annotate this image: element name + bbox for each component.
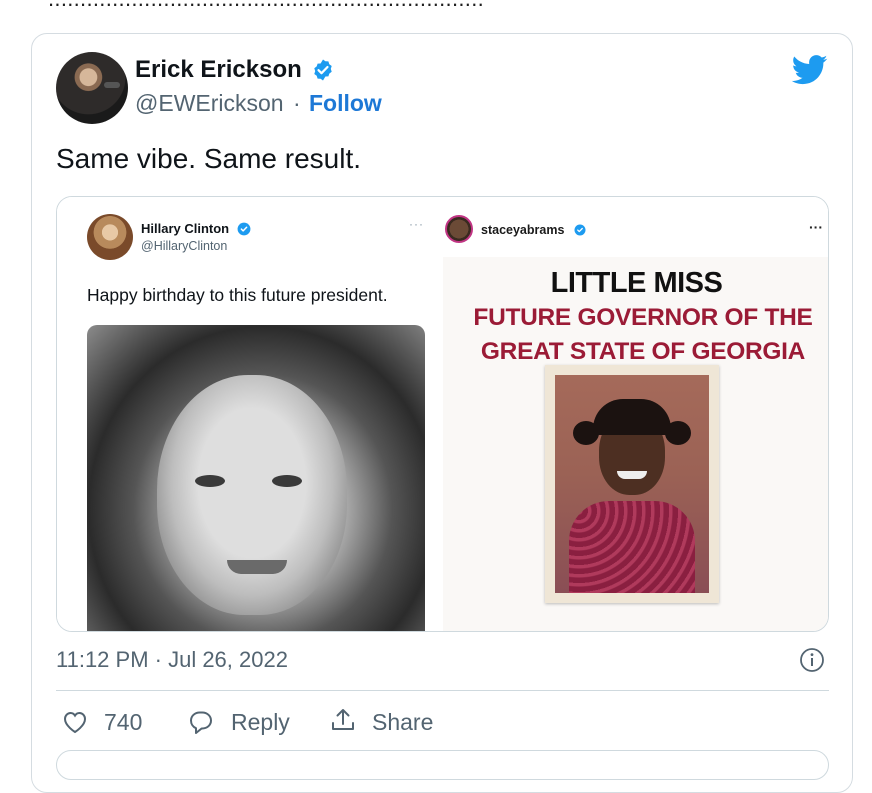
reply-bubble-icon[interactable] <box>187 708 215 736</box>
heart-icon[interactable] <box>62 710 88 734</box>
divider <box>56 690 829 691</box>
author-name[interactable]: Erick Erickson <box>135 56 302 84</box>
embedded-tweet-screenshot: Hillary Clinton @HillaryClinton ··· Happ… <box>57 197 443 631</box>
embedded-verified-badge-icon <box>237 222 251 236</box>
poster-subline-2: GREAT STATE OF GEORGIA <box>480 338 806 365</box>
twitter-bird-icon[interactable] <box>792 55 828 85</box>
cropped-top-text: ........................................… <box>0 0 872 14</box>
tweet-text: Same vibe. Same result. <box>56 143 362 174</box>
verified-badge-icon <box>314 59 332 81</box>
instagram-header: staceyabrams ··· <box>443 197 828 257</box>
embedded-author-handle: @HillaryClinton <box>141 239 228 253</box>
instagram-more-icon: ··· <box>809 219 823 235</box>
follow-button[interactable]: Follow <box>309 90 382 117</box>
info-icon[interactable] <box>799 647 825 673</box>
reply-button[interactable]: Reply <box>231 709 290 736</box>
instagram-username: staceyabrams <box>481 223 565 237</box>
embedded-tweet-text: Happy birthday to this future president. <box>87 285 388 305</box>
childhood-photo-color <box>545 365 719 603</box>
like-count[interactable]: 740 <box>104 709 142 736</box>
embedded-instagram-screenshot: staceyabrams ··· LITTLE MISS FUTURE GOVE… <box>443 197 828 631</box>
tweet-timestamp[interactable]: 11:12 PM · Jul 26, 2022 <box>56 647 288 673</box>
childhood-photo-bw <box>87 325 425 631</box>
handle-separator: · <box>293 90 301 116</box>
share-icon[interactable] <box>329 706 357 734</box>
author-avatar[interactable] <box>56 52 128 124</box>
embedded-author-name: Hillary Clinton <box>141 221 230 236</box>
share-button[interactable]: Share <box>372 709 433 736</box>
embedded-more-icon: ··· <box>409 217 424 231</box>
read-replies-button[interactable] <box>56 750 829 780</box>
embedded-avatar <box>87 214 133 260</box>
instagram-verified-badge-icon <box>574 224 586 236</box>
tweet-media[interactable]: Hillary Clinton @HillaryClinton ··· Happ… <box>56 196 829 632</box>
author-handle[interactable]: @EWErickson <box>135 90 284 117</box>
instagram-avatar <box>445 215 473 243</box>
poster-headline: LITTLE MISS <box>550 267 723 299</box>
poster-subline-1: FUTURE GOVERNOR OF THE <box>473 304 813 331</box>
